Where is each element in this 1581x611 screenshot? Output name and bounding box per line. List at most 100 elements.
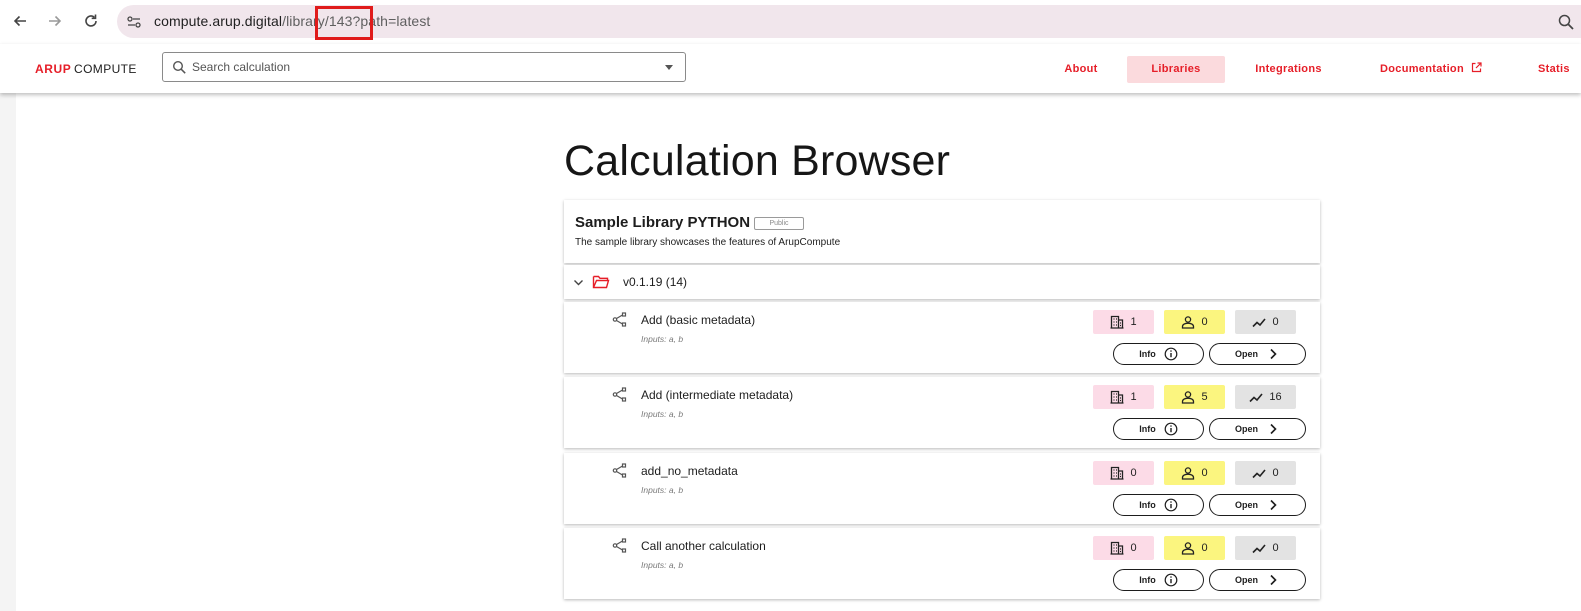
person-icon: [1182, 391, 1195, 404]
calc-inputs: Inputs: a, b: [641, 485, 684, 495]
orgs-count: 0: [1130, 542, 1137, 554]
version-label: v0.1.19 (14): [623, 275, 688, 289]
nav-libraries[interactable]: Libraries: [1127, 56, 1225, 83]
open-label: Open: [1234, 349, 1258, 359]
trending-up-icon: [1249, 393, 1263, 403]
trending-up-icon: [1252, 469, 1267, 479]
chevron-down-icon[interactable]: [573, 277, 584, 288]
person-icon: [1182, 316, 1195, 329]
calc-inputs: Inputs: a, b: [641, 560, 684, 570]
person-icon: [1182, 467, 1195, 480]
info-label: Info: [1139, 424, 1156, 434]
arrow-left-icon[interactable]: [9, 10, 31, 32]
nav-statistics[interactable]: Statis: [1538, 56, 1578, 83]
person-icon: [1182, 542, 1195, 555]
nav-integrations[interactable]: Integrations: [1245, 56, 1332, 83]
library-name: Sample Library PYTHON: [575, 214, 751, 231]
version-row[interactable]: v0.1.19 (14): [564, 265, 1320, 299]
folder-open-icon: [592, 275, 610, 289]
main-content: Calculation Browser Sample Library PYTHO…: [16, 93, 1581, 611]
open-label: Open: [1234, 424, 1258, 434]
open-button[interactable]: Open: [1209, 343, 1306, 365]
calc-card: Add (basic metadata) Inputs: a, b 1 0 0 …: [564, 302, 1320, 373]
graph-node-icon: [612, 387, 627, 402]
orgs-count: 1: [1130, 316, 1137, 328]
open-button[interactable]: Open: [1209, 494, 1306, 516]
orgs-count: 1: [1130, 391, 1137, 403]
chevron-right-icon: [1270, 499, 1277, 511]
nav-documentation[interactable]: Documentation: [1370, 56, 1492, 83]
info-icon: [1164, 498, 1178, 512]
building-icon: [1110, 315, 1124, 329]
calc-inputs: Inputs: a, b: [641, 409, 684, 419]
chevron-right-icon: [1270, 574, 1277, 586]
users-count: 0: [1201, 467, 1208, 479]
trending-up-icon: [1252, 544, 1267, 554]
users-count: 0: [1201, 542, 1208, 554]
users-count-badge: 0: [1164, 461, 1225, 485]
info-button[interactable]: Info: [1113, 343, 1204, 365]
trending-up-icon: [1252, 318, 1267, 328]
users-count: 5: [1201, 391, 1208, 403]
runs-count-badge: 0: [1235, 310, 1296, 334]
info-icon: [1164, 573, 1178, 587]
arrow-right-icon[interactable]: [44, 10, 66, 32]
nav-about[interactable]: About: [1052, 56, 1110, 83]
orgs-count-badge: 1: [1093, 310, 1154, 334]
open-button[interactable]: Open: [1209, 418, 1306, 440]
calc-card: Add (intermediate metadata) Inputs: a, b…: [564, 377, 1320, 448]
runs-count: 16: [1269, 391, 1282, 403]
chevron-right-icon: [1270, 423, 1277, 435]
runs-count: 0: [1272, 542, 1279, 554]
info-icon: [1164, 347, 1178, 361]
url-host: compute.arup.digital: [154, 13, 283, 29]
url-text: compute.arup.digital/library/143?path=la…: [154, 13, 430, 29]
external-link-icon: [1471, 62, 1482, 73]
calc-name[interactable]: Add (basic metadata): [641, 313, 755, 327]
orgs-count: 0: [1130, 467, 1137, 479]
page-title: Calculation Browser: [564, 137, 951, 185]
building-icon: [1110, 390, 1124, 404]
info-button[interactable]: Info: [1113, 569, 1204, 591]
visibility-badge: Public: [754, 217, 804, 230]
chevron-down-icon[interactable]: [665, 65, 673, 70]
logo-compute[interactable]: COMPUTE: [74, 62, 137, 76]
logo-arup[interactable]: ARUP: [35, 62, 71, 76]
info-button[interactable]: Info: [1113, 494, 1204, 516]
info-icon: [1164, 422, 1178, 436]
calc-card: Call another calculation Inputs: a, b 0 …: [564, 528, 1320, 599]
zoom-icon[interactable]: [1557, 13, 1575, 31]
building-icon: [1110, 466, 1124, 480]
graph-node-icon: [612, 463, 627, 478]
info-label: Info: [1139, 500, 1156, 510]
open-label: Open: [1234, 575, 1258, 585]
open-label: Open: [1234, 500, 1258, 510]
tune-icon[interactable]: [125, 13, 143, 31]
users-count: 0: [1201, 316, 1208, 328]
chevron-right-icon: [1270, 348, 1277, 360]
calc-name[interactable]: add_no_metadata: [641, 464, 738, 478]
users-count-badge: 5: [1164, 385, 1225, 409]
info-label: Info: [1139, 575, 1156, 585]
calc-card: add_no_metadata Inputs: a, b 0 0 0 Info …: [564, 453, 1320, 524]
reload-icon[interactable]: [80, 10, 102, 32]
graph-node-icon: [612, 538, 627, 553]
orgs-count-badge: 0: [1093, 536, 1154, 560]
runs-count-badge: 16: [1235, 385, 1296, 409]
search-input[interactable]: [192, 53, 652, 81]
open-button[interactable]: Open: [1209, 569, 1306, 591]
orgs-count-badge: 0: [1093, 461, 1154, 485]
runs-count-badge: 0: [1235, 461, 1296, 485]
url-highlight-box: [315, 6, 373, 40]
orgs-count-badge: 1: [1093, 385, 1154, 409]
calc-name[interactable]: Add (intermediate metadata): [641, 388, 793, 402]
info-button[interactable]: Info: [1113, 418, 1204, 440]
browser-toolbar: compute.arup.digital/library/143?path=la…: [0, 0, 1581, 44]
search-box[interactable]: [162, 52, 686, 82]
building-icon: [1110, 541, 1124, 555]
users-count-badge: 0: [1164, 310, 1225, 334]
graph-node-icon: [612, 312, 627, 327]
nav-documentation-label: Documentation: [1380, 63, 1464, 75]
calc-name[interactable]: Call another calculation: [641, 539, 766, 553]
address-bar[interactable]: compute.arup.digital/library/143?path=la…: [117, 5, 1581, 40]
